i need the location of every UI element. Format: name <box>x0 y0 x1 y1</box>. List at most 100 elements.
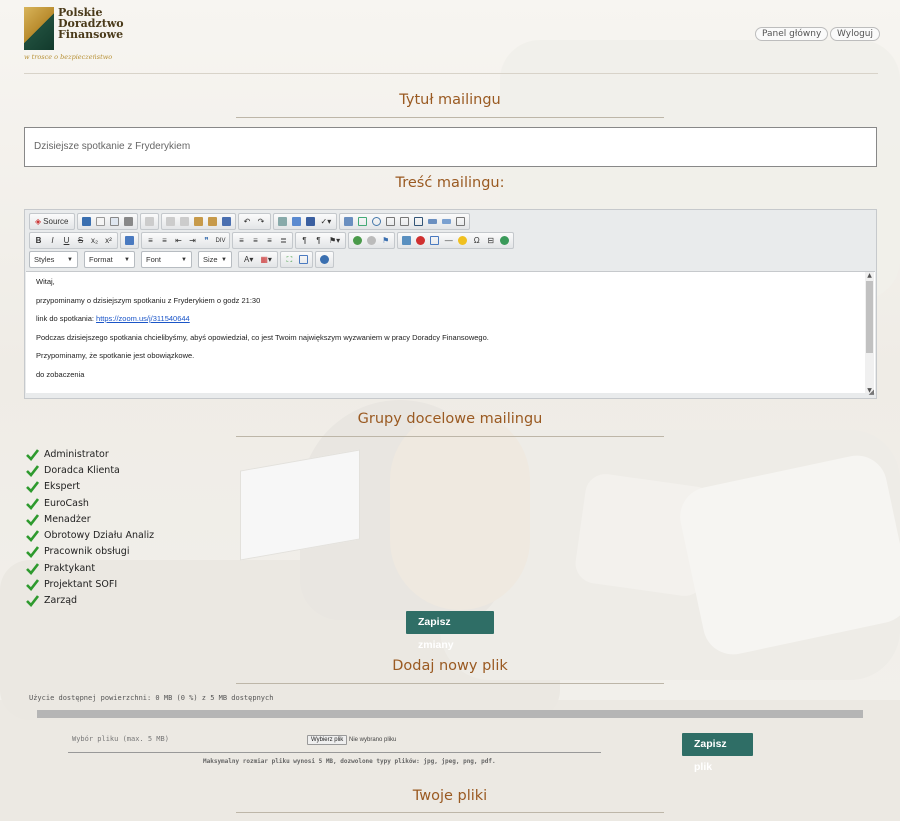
group-checkbox-item[interactable]: Projektant SOFI <box>26 576 154 592</box>
language-icon[interactable]: ⚑▾ <box>326 234 343 247</box>
paste-icon[interactable] <box>192 215 205 228</box>
horizontal-rule-icon[interactable]: ― <box>442 234 455 247</box>
justify-icon[interactable]: ≣ <box>277 234 290 247</box>
save-icon[interactable] <box>80 215 93 228</box>
background-color-icon[interactable]: ▦ ▾ <box>257 253 275 266</box>
iframe-icon[interactable] <box>498 234 511 247</box>
paste-text-icon[interactable] <box>206 215 219 228</box>
new-page-icon[interactable] <box>94 215 107 228</box>
superscript-icon[interactable]: x² <box>102 234 115 247</box>
save-changes-button[interactable]: Zapisz zmiany <box>406 611 494 651</box>
subscript-icon[interactable]: x₂ <box>88 234 101 247</box>
special-char-icon[interactable]: Ω <box>470 234 483 247</box>
group-checkbox-item[interactable]: EuroCash <box>26 495 154 511</box>
outdent-icon[interactable]: ⇤ <box>172 234 185 247</box>
underline-icon[interactable]: U <box>60 234 73 247</box>
group-checkbox-item[interactable]: Administrator <box>26 446 154 462</box>
numbered-list-icon[interactable]: ≡ <box>144 234 157 247</box>
about-icon[interactable] <box>318 253 331 266</box>
textfield-icon[interactable] <box>384 215 397 228</box>
meeting-link[interactable]: https://zoom.us/j/311540644 <box>96 314 190 323</box>
replace-icon[interactable] <box>290 215 303 228</box>
text-color-icon[interactable]: A▾ <box>241 253 256 266</box>
remove-format-icon[interactable] <box>123 234 136 247</box>
preview-icon[interactable] <box>108 215 121 228</box>
checkmark-icon[interactable] <box>26 448 39 461</box>
group-checkbox-item[interactable]: Zarząd <box>26 593 154 609</box>
logout-button[interactable]: Wyloguj <box>830 27 880 41</box>
table-icon[interactable] <box>428 234 441 247</box>
show-blocks-icon[interactable] <box>297 253 310 266</box>
print-icon[interactable] <box>122 215 135 228</box>
ltr-icon[interactable]: ¶ <box>298 234 311 247</box>
blockquote-icon[interactable]: ❞ <box>200 234 213 247</box>
undo-icon[interactable]: ↶ <box>241 215 254 228</box>
main-panel-button[interactable]: Panel główny <box>755 27 829 41</box>
textarea-icon[interactable] <box>398 215 411 228</box>
page-break-icon[interactable]: ⊟ <box>484 234 497 247</box>
font-dropdown[interactable]: Font ▼ <box>141 251 192 268</box>
checkmark-icon[interactable] <box>26 497 39 510</box>
group-checkbox-item[interactable]: Praktykant <box>26 560 154 576</box>
indent-icon[interactable]: ⇥ <box>186 234 199 247</box>
cut-icon[interactable] <box>164 215 177 228</box>
checkmark-icon[interactable] <box>26 513 39 526</box>
checkmark-icon[interactable] <box>26 562 39 575</box>
mailing-title-input[interactable]: Dzisiejsze spotkanie z Fryderykiem <box>24 127 877 167</box>
paste-word-icon[interactable] <box>220 215 233 228</box>
align-right-icon[interactable]: ≡ <box>263 234 276 247</box>
strike-icon[interactable]: S <box>74 234 87 247</box>
hidden-field-icon[interactable] <box>454 215 467 228</box>
unlink-icon[interactable] <box>365 234 378 247</box>
styles-dropdown[interactable]: Styles ▼ <box>29 251 78 268</box>
chevron-down-icon: ▼ <box>181 256 187 263</box>
checkbox-icon[interactable] <box>356 215 369 228</box>
checkmark-icon[interactable] <box>26 529 39 543</box>
save-file-button[interactable]: Zapisz plik <box>682 733 753 773</box>
flash-icon[interactable] <box>414 234 427 247</box>
size-dropdown[interactable]: Size ▼ <box>198 251 232 268</box>
radio-icon[interactable] <box>370 215 383 228</box>
bulleted-list-icon[interactable]: ≡ <box>158 234 171 247</box>
editor-scrollbar[interactable]: ▲ ▼ <box>865 272 874 393</box>
spellcheck-icon[interactable]: ✓▾ <box>318 215 335 228</box>
resize-handle-icon[interactable]: ◢ <box>869 388 874 396</box>
checkmark-icon[interactable] <box>26 480 39 494</box>
checkmark-icon[interactable] <box>26 594 39 608</box>
choose-file-button[interactable]: Wybierz plik <box>307 735 348 745</box>
anchor-icon[interactable]: ⚑ <box>379 234 392 247</box>
checkmark-icon[interactable] <box>26 578 39 591</box>
scrollbar-thumb[interactable] <box>866 281 873 353</box>
redo-icon[interactable]: ↷ <box>255 215 268 228</box>
italic-icon[interactable]: I <box>46 234 59 247</box>
align-left-icon[interactable]: ≡ <box>235 234 248 247</box>
templates-icon[interactable] <box>143 215 156 228</box>
div-container-icon[interactable]: DIV <box>214 234 227 247</box>
bold-icon[interactable]: B <box>32 234 45 247</box>
group-checkbox-item[interactable]: Obrotowy Działu Analiz <box>26 527 154 543</box>
link-icon[interactable] <box>351 234 364 247</box>
copy-icon[interactable] <box>178 215 191 228</box>
scroll-up-icon[interactable]: ▲ <box>865 272 874 279</box>
group-checkbox-item[interactable]: Doradca Klienta <box>26 462 154 478</box>
format-dropdown[interactable]: Format ▼ <box>84 251 135 268</box>
group-checkbox-item[interactable]: Menadżer <box>26 511 154 527</box>
form-icon[interactable] <box>342 215 355 228</box>
source-button[interactable]: ◈ Source <box>32 215 72 228</box>
editor-content-area[interactable]: Witaj, przypominamy o dzisiejszym spotka… <box>26 271 875 393</box>
maximize-icon[interactable]: ⛶ <box>283 253 296 266</box>
image-button-icon[interactable] <box>440 215 453 228</box>
align-center-icon[interactable]: ≡ <box>249 234 262 247</box>
image-icon[interactable] <box>400 234 413 247</box>
select-all-icon[interactable] <box>304 215 317 228</box>
group-checkbox-item[interactable]: Pracownik obsługi <box>26 544 154 560</box>
smiley-icon[interactable] <box>456 234 469 247</box>
group-checkbox-item[interactable]: Ekspert <box>26 479 154 495</box>
button-field-icon[interactable] <box>426 215 439 228</box>
select-field-icon[interactable] <box>412 215 425 228</box>
rtl-icon[interactable]: ¶ <box>312 234 325 247</box>
find-icon[interactable] <box>276 215 289 228</box>
checkmark-icon[interactable] <box>26 464 39 477</box>
checkmark-icon[interactable] <box>26 545 39 559</box>
section-divider <box>236 117 664 118</box>
